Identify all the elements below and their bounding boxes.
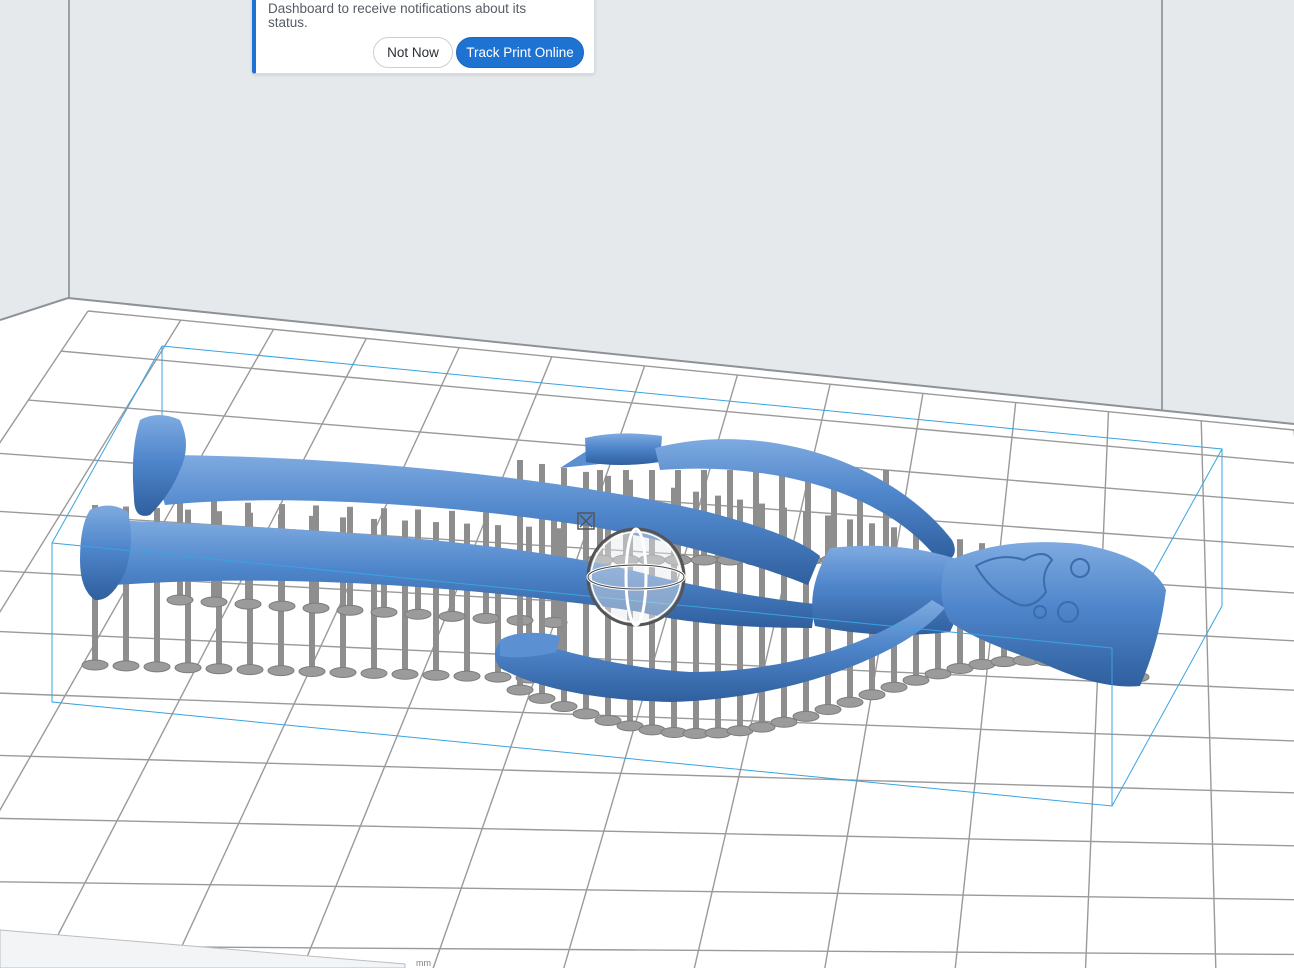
track-print-online-button[interactable]: Track Print Online	[456, 37, 584, 68]
notification-message: Dashboard to receive notifications about…	[268, 2, 568, 30]
corner-label: mm	[416, 958, 431, 968]
rotate-gizmo-icon[interactable]	[586, 527, 686, 627]
print-notification-banner: Dashboard to receive notifications about…	[252, 0, 595, 74]
not-now-button[interactable]: Not Now	[373, 37, 453, 68]
3d-viewport[interactable]	[0, 0, 1294, 968]
notification-message-line: Dashboard to receive notifications about…	[268, 1, 527, 16]
notification-message-line: status.	[268, 15, 308, 30]
